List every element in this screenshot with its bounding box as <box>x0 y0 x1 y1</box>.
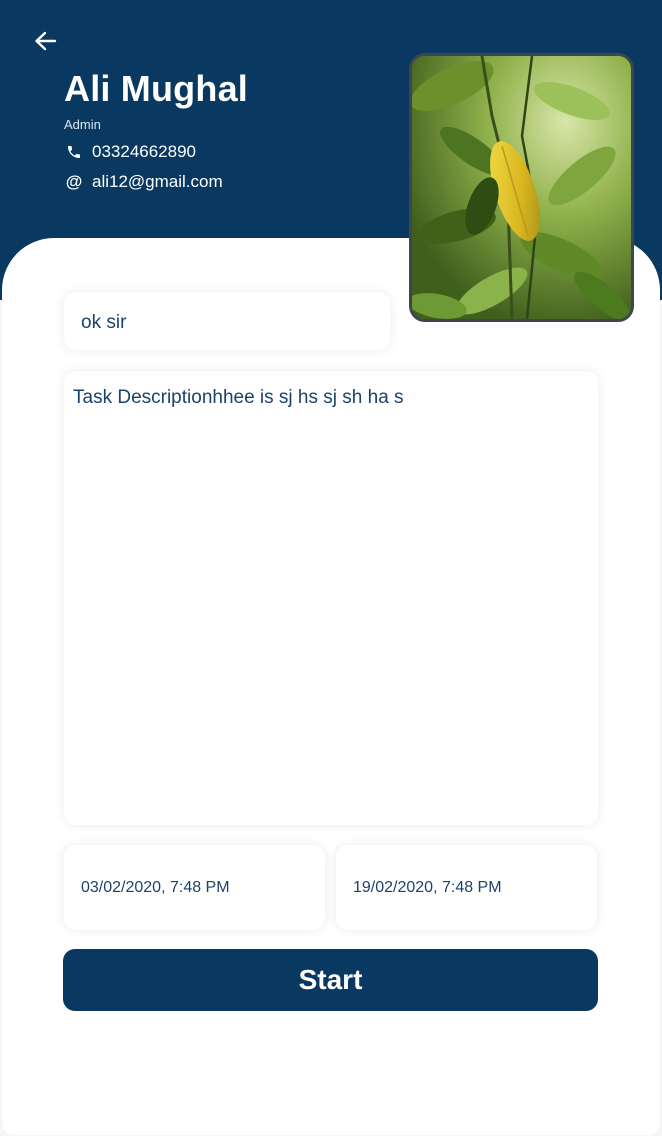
user-role: Admin <box>64 117 101 132</box>
task-description-field[interactable]: Task Descriptionhhee is sj hs sj sh ha s <box>64 371 598 825</box>
task-description-value: Task Descriptionhhee is sj hs sj sh ha s <box>73 387 404 408</box>
arrow-left-icon <box>35 31 57 51</box>
back-button[interactable] <box>28 26 62 56</box>
task-title-value: ok sir <box>81 312 127 333</box>
end-date-value: 19/02/2020, 7:48 PM <box>353 879 502 896</box>
phone-number: 03324662890 <box>92 142 197 161</box>
at-sign-icon: @ <box>65 172 83 191</box>
email-row: @ ali12@gmail.com <box>64 172 223 192</box>
task-title-field[interactable]: ok sir <box>64 292 390 350</box>
user-name: Ali Mughal <box>64 68 248 109</box>
start-date-value: 03/02/2020, 7:48 PM <box>81 879 230 896</box>
phone-icon <box>64 144 84 160</box>
start-date-field[interactable]: 03/02/2020, 7:48 PM <box>64 845 325 930</box>
phone-row: 03324662890 <box>64 142 196 162</box>
end-date-field[interactable]: 19/02/2020, 7:48 PM <box>336 845 597 930</box>
task-photo[interactable] <box>409 53 634 322</box>
leaf-photo-image <box>412 56 631 319</box>
start-button[interactable]: Start <box>63 949 598 1011</box>
email-address: ali12@gmail.com <box>92 172 223 191</box>
